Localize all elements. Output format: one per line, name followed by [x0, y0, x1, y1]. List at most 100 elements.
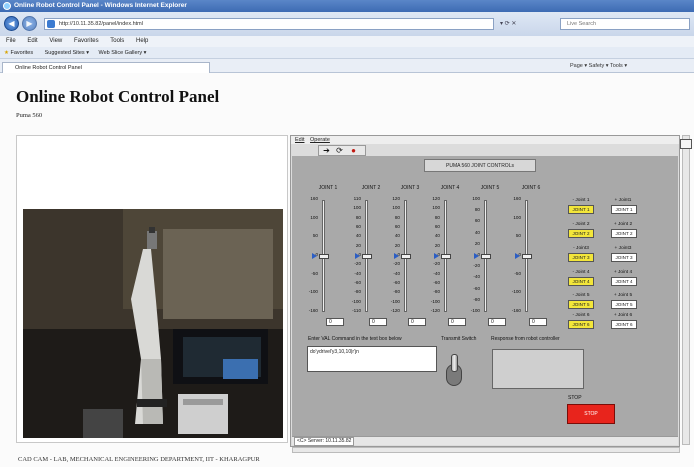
- abort-icon[interactable]: ●: [349, 146, 358, 155]
- plus-joint-button-3[interactable]: JOINT 3: [611, 253, 637, 262]
- slider-pointer-icon: [474, 253, 479, 259]
- response-label: Response from robot controller: [491, 336, 560, 342]
- slider-pointer-icon: [355, 253, 360, 259]
- command-bar[interactable]: Page ▾ Safety ▾ Tools ▾: [570, 61, 627, 72]
- slider-value-field-1[interactable]: 0: [326, 318, 344, 326]
- plus-joint-label: + Joint 5: [613, 293, 633, 298]
- ie-logo-icon: [3, 2, 11, 10]
- slider-value-field-6[interactable]: 0: [529, 318, 547, 326]
- slider-tick: -160: [511, 308, 521, 313]
- back-button-icon[interactable]: ◀: [4, 16, 19, 31]
- slider-tick: 80: [394, 214, 400, 220]
- slider-knob[interactable]: [441, 254, 451, 259]
- minus-joint-button-5[interactable]: JOINT 5: [568, 300, 594, 309]
- slider-tick: 160: [310, 196, 318, 201]
- slider-value-field-2[interactable]: 0: [369, 318, 387, 326]
- slider-tick: -60: [473, 285, 480, 291]
- menu-file[interactable]: File: [6, 38, 16, 44]
- plus-joint-label: + Joint3: [614, 246, 632, 251]
- applet-menu-edit[interactable]: Edit: [295, 137, 304, 143]
- fav-link-suggested[interactable]: Suggested Sites ▾: [45, 50, 89, 56]
- slider-tick: 100: [432, 205, 440, 211]
- menu-edit[interactable]: Edit: [27, 38, 37, 44]
- page-title: Online Robot Control Panel: [16, 87, 220, 106]
- menu-help[interactable]: Help: [136, 38, 148, 44]
- slider-tick: -50: [311, 270, 318, 276]
- minus-joint-label: - Joint 4: [572, 270, 590, 275]
- menu-view[interactable]: View: [49, 38, 62, 44]
- slider-tick: 40: [355, 233, 361, 239]
- fav-link-webslice[interactable]: Web Slice Gallery ▾: [99, 50, 147, 56]
- slider-tick: 50: [515, 233, 521, 239]
- applet-status-bar: <C> Server: 10.11.35.82: [292, 436, 678, 446]
- slider-label-joint-3: JOINT 3: [400, 185, 420, 191]
- tab-current[interactable]: Online Robot Control Panel: [2, 62, 210, 73]
- plus-joint-button-1[interactable]: JOINT 1: [611, 205, 637, 214]
- slider-tick: 60: [355, 224, 361, 229]
- plus-joint-button-6[interactable]: JOINT 6: [611, 320, 637, 329]
- slider-tick: -20: [433, 261, 440, 267]
- transmit-label: Transmit Switch: [441, 336, 477, 342]
- minus-joint-button-2[interactable]: JOINT 2: [568, 229, 594, 238]
- slider-value-field-4[interactable]: 0: [448, 318, 466, 326]
- slider-tick: -20: [354, 261, 361, 267]
- slider-tick: -100: [511, 289, 521, 295]
- menu-tools[interactable]: Tools: [110, 38, 124, 44]
- forward-button-icon[interactable]: ▶: [22, 16, 37, 31]
- slider-tick: 160: [513, 196, 521, 201]
- applet-menu-operate[interactable]: Operate: [310, 137, 330, 143]
- search-input[interactable]: Live Search: [560, 18, 690, 30]
- slider-tick: -100: [308, 289, 318, 295]
- slider-tick: -160: [308, 308, 318, 313]
- menu-favorites[interactable]: Favorites: [74, 38, 99, 44]
- favorites-label[interactable]: Favorites: [10, 50, 33, 56]
- vertical-scrollbar[interactable]: [682, 135, 690, 445]
- star-icon: ★: [4, 50, 9, 56]
- window-title: Online Robot Control Panel - Windows Int…: [14, 2, 187, 9]
- command-input[interactable]: do'ydrivel'y3,10,10|r'jn: [307, 346, 437, 372]
- slider-tick: 40: [434, 233, 440, 239]
- slider-tick: -110: [352, 308, 361, 313]
- slider-tick: 100: [392, 205, 400, 211]
- address-tools[interactable]: ▾ ⟳ ✕: [500, 18, 516, 30]
- horizontal-scrollbar[interactable]: [292, 447, 680, 453]
- slider-knob[interactable]: [522, 254, 532, 259]
- slider-knob[interactable]: [319, 254, 329, 259]
- slider-tick: 100: [472, 196, 480, 201]
- minus-joint-button-3[interactable]: JOINT 3: [568, 253, 594, 262]
- plus-joint-button-5[interactable]: JOINT 5: [611, 300, 637, 309]
- run-arrow-icon[interactable]: ➔: [322, 146, 331, 155]
- favorites-bar: ★ Favorites Suggested Sites ▾ Web Slice …: [0, 47, 694, 59]
- address-bar[interactable]: http://10.11.35.82/panel/index.html: [44, 18, 494, 30]
- minus-joint-button-4[interactable]: JOINT 4: [568, 277, 594, 286]
- transmit-switch-lever[interactable]: [451, 354, 458, 372]
- stop-button[interactable]: STOP: [567, 404, 615, 424]
- server-status: <C> Server: 10.11.35.82: [294, 437, 355, 446]
- minus-joint-label: - Joint 1: [572, 198, 590, 203]
- minus-joint-button-6[interactable]: JOINT 6: [568, 320, 594, 329]
- slider-tick: 20: [394, 242, 400, 248]
- slider-knob[interactable]: [481, 254, 491, 259]
- plus-joint-button-4[interactable]: JOINT 4: [611, 277, 637, 286]
- slider-tick: -40: [473, 274, 480, 280]
- slider-tick: 60: [434, 224, 440, 229]
- slider-tick: -60: [393, 280, 400, 285]
- slider-pointer-icon: [312, 253, 317, 259]
- slider-tick: -80: [354, 289, 361, 295]
- slider-value-field-5[interactable]: 0: [488, 318, 506, 326]
- stop-label: STOP: [568, 395, 582, 401]
- run-continuous-icon[interactable]: ⟳: [335, 146, 344, 155]
- panel-title-button[interactable]: PUMA 560 JOINT CONTROLs: [424, 159, 536, 172]
- plus-joint-label: + Joint 6: [613, 313, 633, 318]
- slider-value-field-3[interactable]: 0: [408, 318, 426, 326]
- plus-joint-label: + Joint1: [614, 198, 632, 203]
- menu-bar: File Edit View Favorites Tools Help: [0, 36, 694, 47]
- slider-tick: -80: [393, 289, 400, 295]
- plus-joint-button-2[interactable]: JOINT 2: [611, 229, 637, 238]
- slider-knob[interactable]: [362, 254, 372, 259]
- slider-tick: 80: [355, 214, 361, 220]
- slider-tick: -40: [433, 270, 440, 276]
- applet-side-icon[interactable]: [680, 139, 692, 149]
- minus-joint-button-1[interactable]: JOINT 1: [568, 205, 594, 214]
- slider-knob[interactable]: [401, 254, 411, 259]
